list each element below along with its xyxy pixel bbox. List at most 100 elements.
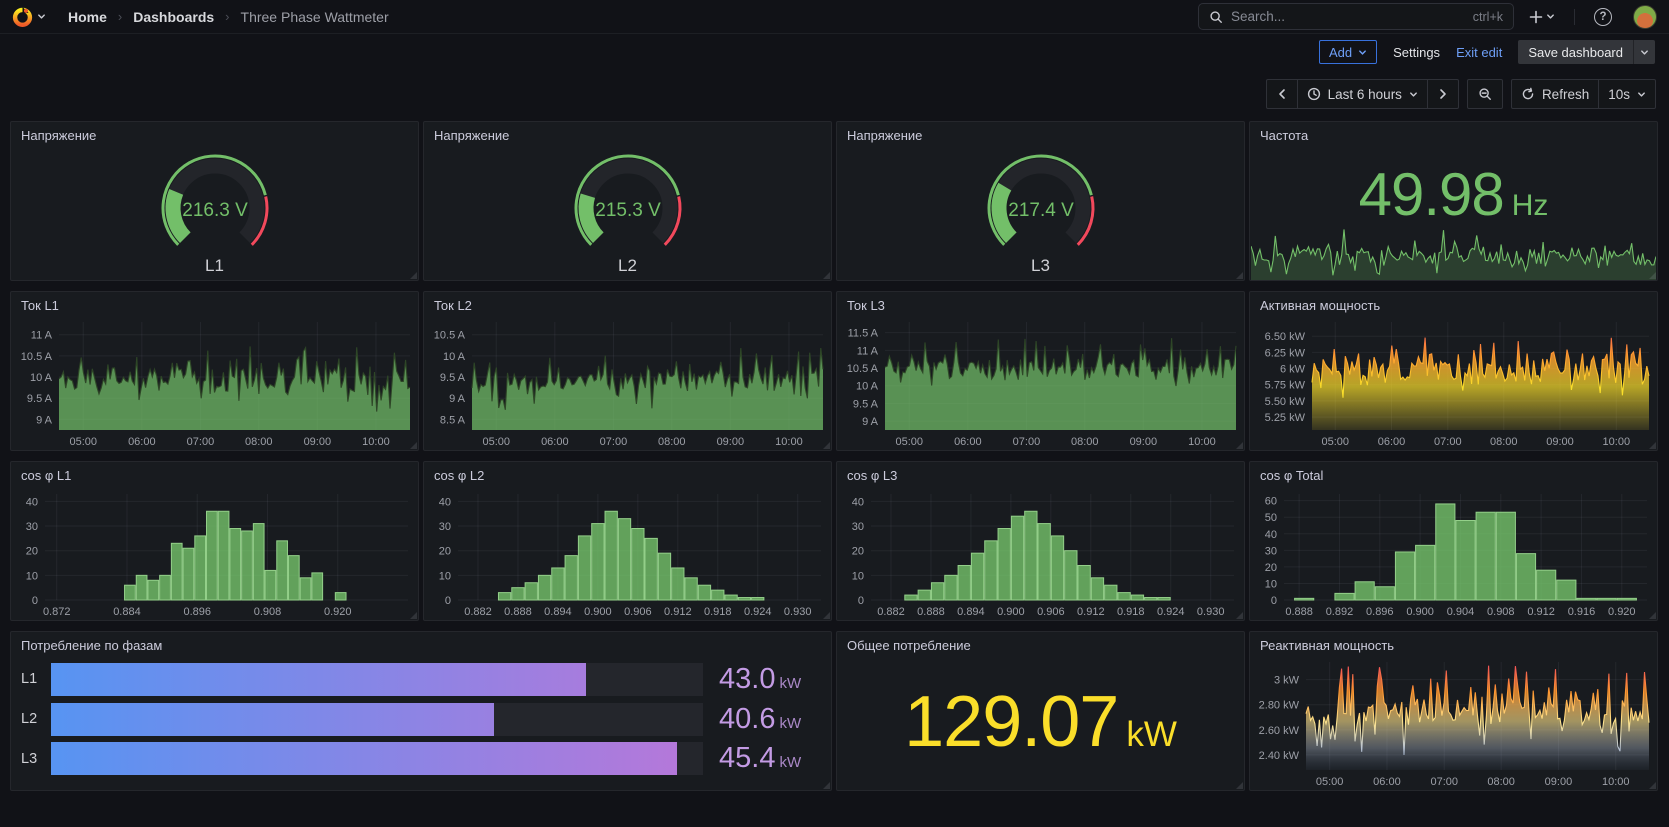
cos-phi-l1-histogram[interactable]: 0.8720.8840.8960.9080.920403020100 [11,484,418,620]
svg-text:10:00: 10:00 [1602,776,1630,788]
bar-track[interactable] [51,703,703,736]
panel-title[interactable]: Реактивная мощность [1250,632,1657,654]
svg-text:20: 20 [26,546,38,558]
svg-text:07:00: 07:00 [600,436,628,448]
panel-title[interactable]: Ток L1 [11,292,418,314]
gauge-chart[interactable]: 215.3 V L2 [424,144,831,280]
svg-text:10.5 A: 10.5 A [434,330,466,342]
panel-title[interactable]: cos φ L1 [11,462,418,484]
svg-text:10 A: 10 A [30,372,53,384]
refresh-interval-picker[interactable]: 10s [1598,80,1655,108]
save-options-button[interactable] [1633,40,1655,64]
panel-cos-phi-total: cos φ Total 0.8880.8920.8960.9000.9040.9… [1249,461,1658,621]
svg-text:5.25 kW: 5.25 kW [1265,412,1306,424]
svg-text:10:00: 10:00 [1188,436,1216,448]
chevron-down-icon [1409,90,1418,99]
grafana-logo[interactable] [12,6,46,27]
time-shift-forward-button[interactable] [1427,80,1458,108]
new-menu-button[interactable] [1522,4,1562,30]
svg-text:0.900: 0.900 [584,606,612,618]
svg-text:0.884: 0.884 [113,606,141,618]
cos-phi-l2-histogram[interactable]: 0.8820.8880.8940.9000.9060.9120.9180.924… [424,484,831,620]
save-dashboard-label: Save dashboard [1518,40,1633,64]
panel-title[interactable]: Частота [1250,122,1657,144]
clock-icon [1307,87,1321,101]
voltage-gauge-l2: 215.3 V [543,149,713,255]
svg-text:5.75 kW: 5.75 kW [1265,380,1306,392]
zoom-out-group [1467,79,1503,109]
svg-text:0.896: 0.896 [183,606,211,618]
dashboard-grid: Напряжение 216.3 V L1 Напряжение 215.3 V… [0,109,1669,791]
zoom-out-button[interactable] [1468,80,1502,108]
svg-text:06:00: 06:00 [541,436,569,448]
svg-text:9.5 A: 9.5 A [853,398,879,410]
chevron-down-icon [1637,90,1646,99]
svg-text:05:00: 05:00 [1316,776,1344,788]
svg-text:0.894: 0.894 [957,606,985,618]
current-l2-chart[interactable]: 05:0006:0007:0008:0009:0010:0010.5 A10 A… [424,314,831,450]
svg-text:10:00: 10:00 [775,436,803,448]
refresh-button[interactable]: Refresh [1512,80,1598,108]
panel-title[interactable]: cos φ L3 [837,462,1244,484]
panel-title[interactable]: cos φ L2 [424,462,831,484]
breadcrumb-separator: › [222,9,232,24]
current-l1-chart[interactable]: 05:0006:0007:0008:0009:0010:0011 A10.5 A… [11,314,418,450]
gauge-chart[interactable]: 217.4 V L3 [837,144,1244,280]
time-controls: Last 6 hours Refresh 10s [0,79,1669,109]
panel-title[interactable]: cos φ Total [1250,462,1657,484]
svg-text:215.3 V: 215.3 V [595,200,661,221]
svg-text:0.900: 0.900 [997,606,1025,618]
svg-text:06:00: 06:00 [1373,776,1401,788]
svg-text:09:00: 09:00 [1545,776,1573,788]
save-dashboard-button[interactable]: Save dashboard [1518,40,1655,64]
help-button[interactable]: ? [1587,4,1619,30]
bar-fill [51,663,586,696]
search-input[interactable]: Search... ctrl+k [1198,3,1514,30]
settings-button[interactable]: Settings [1393,45,1440,60]
svg-text:11 A: 11 A [857,345,879,357]
svg-text:07:00: 07:00 [1430,776,1458,788]
svg-text:0.924: 0.924 [1157,606,1185,618]
cos-phi-total-histogram[interactable]: 0.8880.8920.8960.9000.9040.9080.9120.916… [1250,484,1657,620]
bar-track[interactable] [51,742,703,775]
panel-title[interactable]: Напряжение [424,122,831,144]
edit-toolbar: Add Settings Exit edit Save dashboard [0,37,1669,67]
panel-voltage-l1: Напряжение 216.3 V L1 [10,121,419,281]
panel-title[interactable]: Напряжение [11,122,418,144]
svg-text:07:00: 07:00 [1013,436,1041,448]
svg-text:07:00: 07:00 [187,436,215,448]
time-range-picker[interactable]: Last 6 hours [1297,80,1427,108]
add-button[interactable]: Add [1319,40,1377,64]
search-shortcut: ctrl+k [1473,10,1503,24]
bar-track[interactable] [51,663,703,696]
active-power-chart[interactable]: 05:0006:0007:0008:0009:0010:006.50 kW6.2… [1250,314,1657,450]
gauge-label: L2 [618,256,637,276]
breadcrumb-dashboards[interactable]: Dashboards [133,9,214,25]
panel-title[interactable]: Напряжение [837,122,1244,144]
current-l3-chart[interactable]: 05:0006:0007:0008:0009:0010:0011.5 A11 A… [837,314,1244,450]
breadcrumb-home[interactable]: Home [68,9,107,25]
frequency-sparkline[interactable] [1251,226,1656,280]
time-shift-back-button[interactable] [1267,80,1297,108]
svg-text:10 A: 10 A [856,381,879,393]
exit-edit-button[interactable]: Exit edit [1456,45,1502,60]
refresh-group: Refresh 10s [1511,79,1656,109]
reactive-power-chart[interactable]: 05:0006:0007:0008:0009:0010:003 kW2.80 k… [1250,654,1657,790]
gauge-chart[interactable]: 216.3 V L1 [11,144,418,280]
cos-phi-l3-histogram[interactable]: 0.8820.8880.8940.9000.9060.9120.9180.924… [837,484,1244,620]
panel-cos-phi-l1: cos φ L1 0.8720.8840.8960.9080.920403020… [10,461,419,621]
panel-title[interactable]: Потребление по фазам [11,632,831,654]
svg-text:07:00: 07:00 [1434,436,1462,448]
user-avatar[interactable] [1633,5,1657,29]
panel-title[interactable]: Активная мощность [1250,292,1657,314]
svg-text:06:00: 06:00 [128,436,156,448]
svg-text:0.906: 0.906 [624,606,652,618]
bar-value: 45.4kW [703,742,821,775]
panel-title[interactable]: Ток L2 [424,292,831,314]
panel-title[interactable]: Ток L3 [837,292,1244,314]
svg-text:0.930: 0.930 [1197,606,1225,618]
svg-text:0.872: 0.872 [43,606,71,618]
gauge-label: L1 [205,256,224,276]
svg-text:9.5 A: 9.5 A [440,372,466,384]
panel-title[interactable]: Общее потребление [837,632,1244,654]
